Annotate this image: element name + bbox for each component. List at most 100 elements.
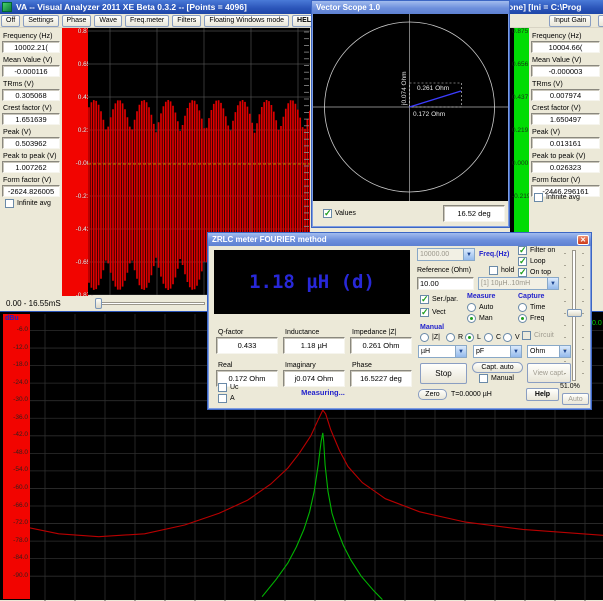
zrlc-field-label-real: Real <box>218 362 232 369</box>
infinite-avg-checkbox[interactable]: Infinite avg <box>5 199 51 208</box>
circuit-checkbox[interactable]: Circuit <box>522 331 554 340</box>
capture-group-label: Capture <box>518 293 544 300</box>
capt-auto-button[interactable]: Capt. auto <box>472 362 523 373</box>
zero-button[interactable]: Zero <box>418 389 447 400</box>
loop-checkbox[interactable]: Loop <box>518 257 546 266</box>
zrlc-titlebar[interactable]: ZRLC meter FOURIER method <box>208 233 591 246</box>
field-value-mean-value-v-: -0.000116 <box>2 65 60 77</box>
field-value-peak-to-peak-v-: 1.007262 <box>2 161 60 173</box>
measure-auto-radio[interactable]: Auto <box>467 303 493 312</box>
field-label-peak-v-: Peak (V) <box>3 127 31 136</box>
range-combo[interactable]: [1] 10µH..10mH▼ <box>478 277 559 290</box>
db-tick-label: -84.0 <box>13 554 28 561</box>
tare-readout: T=0.0000 µH <box>451 391 492 398</box>
field-value-form-factor-v-: -2624.826005 <box>2 185 60 197</box>
chevron-down-icon[interactable]: ▼ <box>463 249 474 260</box>
chevron-down-icon[interactable]: ▼ <box>547 278 558 289</box>
capacitance-unit-combo[interactable]: pF▼ <box>473 345 522 358</box>
infinite-avg-checkbox-box[interactable] <box>534 193 543 202</box>
measure-group-label: Measure <box>467 293 495 300</box>
field-label-trms-v-: TRms (V) <box>3 79 34 88</box>
help-button[interactable]: Help <box>526 388 559 401</box>
time-scroll-thumb[interactable] <box>95 298 102 309</box>
field-label-frequency-hz-: Frequency (Hz) <box>532 31 582 40</box>
toolbar-button-settings[interactable]: Settings <box>23 15 58 27</box>
time-scroll-track[interactable] <box>95 302 205 305</box>
toolbar-button-freq-meter[interactable]: Freq.meter <box>125 15 169 27</box>
quantity-v-radio[interactable]: V <box>503 333 520 342</box>
db-tick-label: -78.0 <box>13 537 28 544</box>
toolbar-button-wave[interactable]: Wave <box>94 15 122 27</box>
right-scale-tick-label: 0.000 <box>512 160 528 167</box>
close-icon[interactable]: ✕ <box>577 235 589 245</box>
zrlc-field-label-impedance-z-: Impedance |Z| <box>352 329 397 336</box>
quantity-z-radio[interactable]: |Z| <box>420 333 440 342</box>
field-label-peak-to-peak-v-: Peak to peak (V) <box>532 151 586 160</box>
infinite-avg-checkbox-box[interactable] <box>5 199 14 208</box>
clipped-toolbar-button[interactable] <box>598 15 603 27</box>
quantity-c-radio[interactable]: C <box>484 333 501 342</box>
field-label-crest-factor-v-: Crest factor (V) <box>3 103 52 112</box>
zrlc-main-display: 1.18 µH (d) <box>214 250 410 314</box>
field-label-peak-v-: Peak (V) <box>532 127 560 136</box>
field-label-form-factor-v-: Form factor (V) <box>532 175 580 184</box>
field-label-crest-factor-v-: Crest factor (V) <box>532 103 581 112</box>
spectrum-db-scale: -6.0-12.0-18.0-24.0-30.0-36.0-42.0-48.0-… <box>3 314 29 599</box>
toolbar-button-filters[interactable]: Filters <box>172 15 201 27</box>
main-titlebar: VA -- Visual Analyzer 2011 XE Beta 0.3.2… <box>0 0 603 14</box>
manual-capture-checkbox[interactable]: Manual <box>479 374 514 383</box>
db-tick-label: -24.0 <box>13 379 28 386</box>
vector-imaginary-label: j0.074 Ohm <box>401 71 408 106</box>
reference-input[interactable]: 10.00 <box>417 277 474 290</box>
field-value-trms-v-: 0.007974 <box>531 89 600 101</box>
impedance-vector <box>410 91 462 107</box>
uc-checkbox[interactable]: Uc <box>218 383 239 392</box>
a-checkbox[interactable]: A <box>218 394 235 403</box>
on-top-checkbox[interactable]: On top <box>518 268 551 277</box>
quantity-r-radio[interactable]: R <box>446 333 463 342</box>
db-tick-label: -18.0 <box>13 361 28 368</box>
db-tick-label: -60.0 <box>13 484 28 491</box>
toolbar-button-off[interactable]: Off <box>1 15 20 27</box>
vect-checkbox[interactable]: Vect <box>420 308 446 317</box>
measure-man-radio[interactable]: Man <box>467 314 493 323</box>
zrlc-slider-thumb[interactable] <box>567 309 582 317</box>
field-value-peak-v-: 0.503962 <box>2 137 60 149</box>
spectrum-trace-green <box>262 433 382 600</box>
vector-scope-title: Vector Scope 1.0 <box>316 3 380 12</box>
quantity-l-radio[interactable]: L <box>465 333 481 342</box>
input-gain-button[interactable]: Input Gain <box>549 15 591 27</box>
toolbar-button-phase[interactable]: Phase <box>62 15 92 27</box>
auto-button[interactable]: Auto <box>562 393 589 405</box>
chevron-down-icon[interactable]: ▼ <box>455 346 466 357</box>
db-tick-label: -54.0 <box>13 466 28 473</box>
right-scale-tick-label: 0.656 <box>512 61 528 68</box>
infinite-avg-checkbox[interactable]: Infinite avg <box>534 193 580 202</box>
field-value-crest-factor-v-: 1.651639 <box>2 113 60 125</box>
hold-checkbox[interactable]: hold <box>489 266 514 275</box>
ser-par-checkbox[interactable]: Ser./par. <box>420 295 458 304</box>
stop-button[interactable]: Stop <box>420 363 467 384</box>
zrlc-field-value-q-factor: 0.433 <box>216 337 278 354</box>
vector-scope-titlebar[interactable]: Vector Scope 1.0 <box>312 1 509 14</box>
values-checkbox-box[interactable] <box>323 209 332 218</box>
inductance-unit-combo[interactable]: µH▼ <box>418 345 467 358</box>
vector-scope-window: Vector Scope 1.0 0.261 Ohm j0.074 Ohm 0.… <box>311 0 510 228</box>
zrlc-field-value-inductance: 1.18 µH <box>283 337 345 354</box>
toolbar-button-floating-windows-mode[interactable]: Floating Windows mode <box>204 15 289 27</box>
field-value-trms-v-: 0.305068 <box>2 89 60 101</box>
capture-freq-radio[interactable]: Freq <box>518 314 544 323</box>
db-tick-label: -6.0 <box>17 326 28 333</box>
values-checkbox-label: Values <box>335 210 356 217</box>
db-tick-label: -42.0 <box>13 431 28 438</box>
chevron-down-icon[interactable]: ▼ <box>510 346 521 357</box>
field-label-trms-v-: TRms (V) <box>532 79 563 88</box>
field-label-mean-value-v-: Mean Value (V) <box>532 55 581 64</box>
capture-time-radio[interactable]: Time <box>518 303 545 312</box>
zrlc-field-value-impedance-z-: 0.261 Ohm <box>350 337 412 354</box>
zrlc-status-text: Measuring... <box>248 388 398 397</box>
frequency-combo[interactable]: 10000.00▼ <box>417 248 475 261</box>
field-value-mean-value-v-: -0.000003 <box>531 65 600 77</box>
filter-on-checkbox[interactable]: Filter on <box>518 246 555 255</box>
values-checkbox[interactable]: Values <box>323 209 356 218</box>
